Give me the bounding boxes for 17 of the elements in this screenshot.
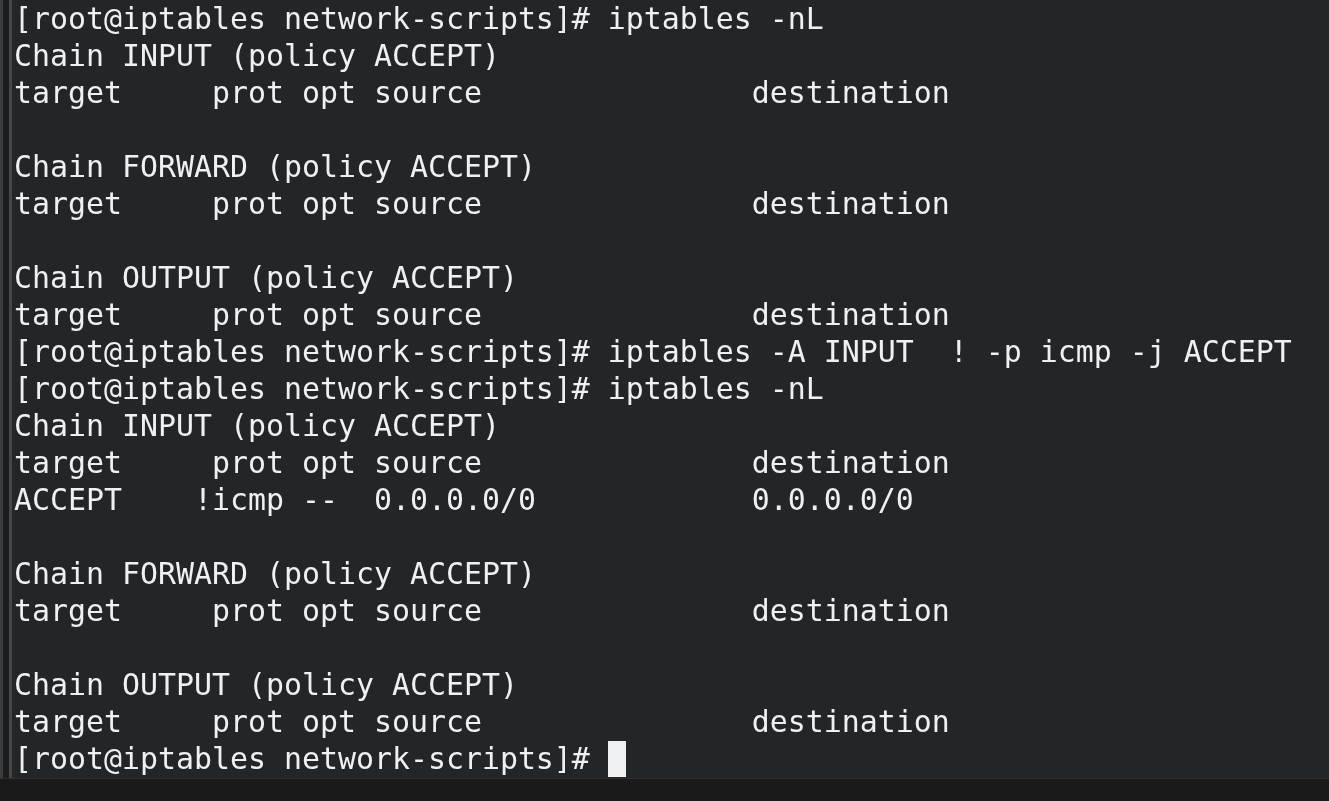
- output-line: Chain FORWARD (policy ACCEPT): [14, 148, 536, 185]
- output-line: target prot opt source destination: [14, 296, 950, 333]
- output-line: target prot opt source destination: [14, 703, 950, 740]
- output-line: ACCEPT !icmp -- 0.0.0.0/0 0.0.0.0/0: [14, 481, 914, 518]
- output-line: target prot opt source destination: [14, 185, 950, 222]
- output-line: Chain INPUT (policy ACCEPT): [14, 37, 500, 74]
- output-line: Chain OUTPUT (policy ACCEPT): [14, 259, 518, 296]
- output-line: Chain INPUT (policy ACCEPT): [14, 407, 500, 444]
- output-line: target prot opt source destination: [14, 592, 950, 629]
- shell-prompt: [root@iptables network-scripts]#: [14, 740, 590, 777]
- output-line: Chain OUTPUT (policy ACCEPT): [14, 666, 518, 703]
- command-line: [root@iptables network-scripts]# iptables -nL: [14, 0, 824, 37]
- output-line: target prot opt source destination: [14, 444, 950, 481]
- output-line: target prot opt source destination: [14, 74, 950, 111]
- output-line: Chain FORWARD (policy ACCEPT): [14, 555, 536, 592]
- command-line: [root@iptables network-scripts]# iptables -nL: [14, 370, 824, 407]
- command-line: [root@iptables network-scripts]# iptables -A INPUT ! -p icmp -j ACCEPT: [14, 333, 1292, 370]
